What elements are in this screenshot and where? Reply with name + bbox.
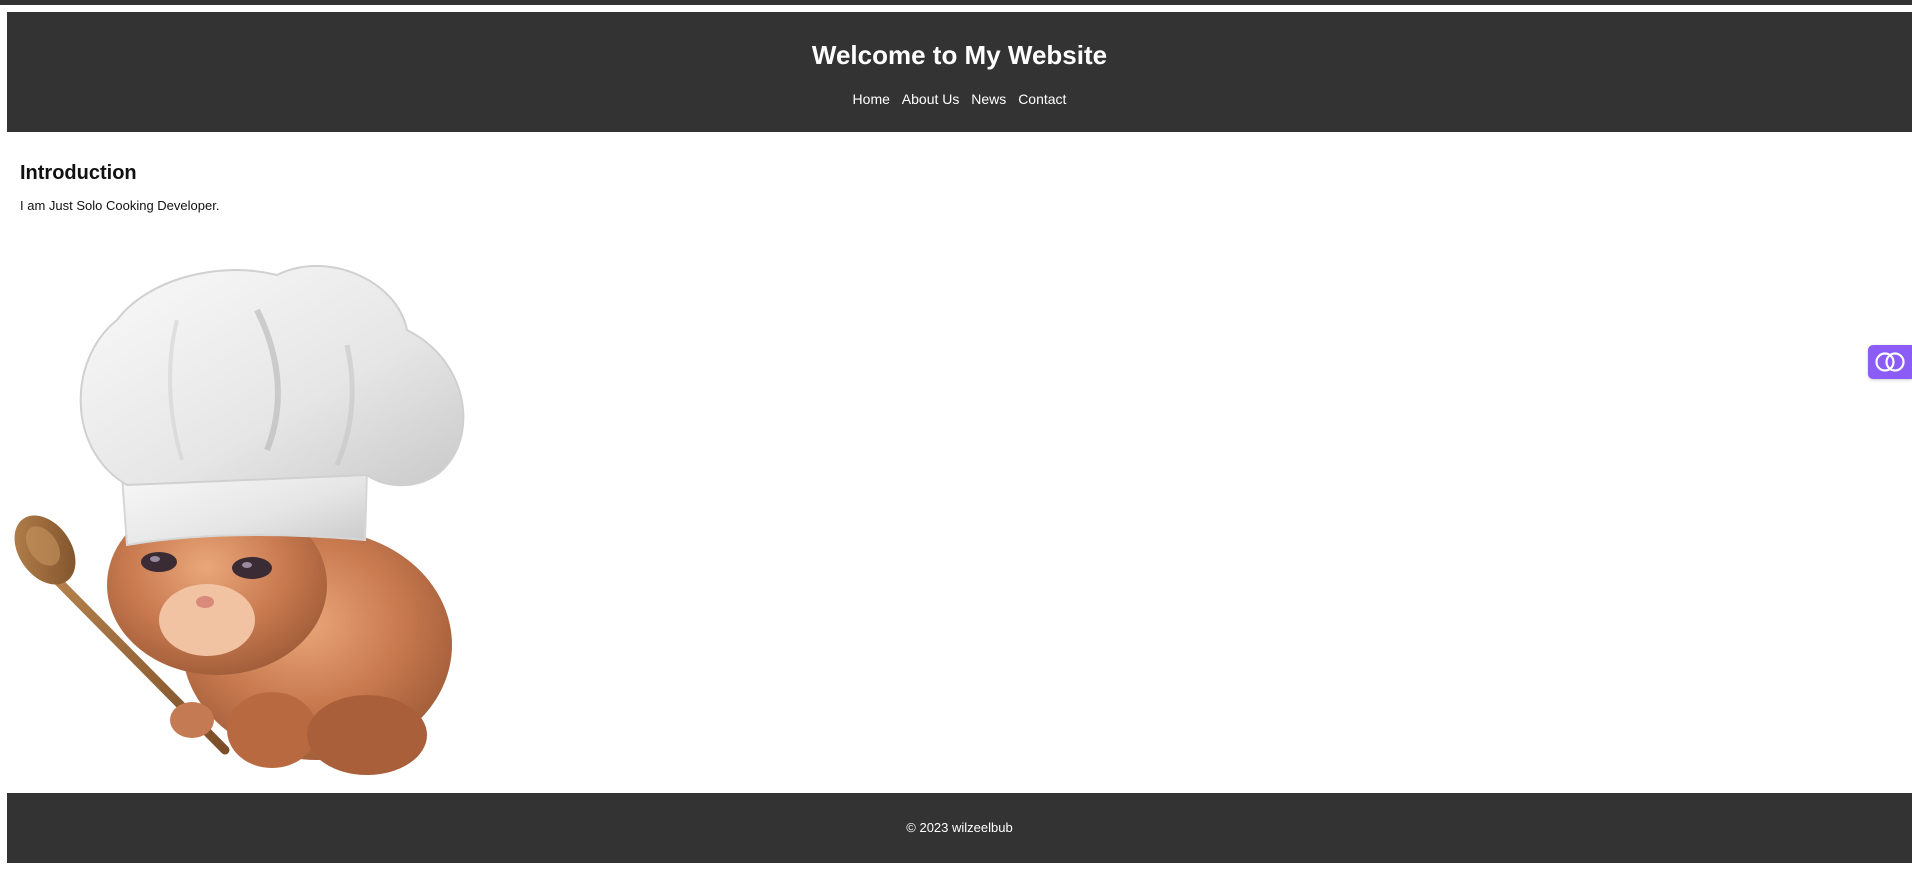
section-title: Introduction	[20, 162, 137, 184]
top-border	[0, 0, 1912, 5]
side-widget-button[interactable]	[1868, 345, 1912, 379]
main-nav: Home About Us News Contact	[7, 90, 1912, 108]
site-footer: © 2023 wilzeelbub	[7, 793, 1912, 863]
nav-link-contact[interactable]: Contact	[1018, 91, 1066, 107]
site-header: Welcome to My Website Home About Us News…	[7, 12, 1912, 132]
main-content: Introduction I am Just Solo Cooking Deve…	[20, 160, 1120, 214]
nav-link-news[interactable]: News	[971, 91, 1006, 107]
site-title: Welcome to My Website	[811, 40, 1108, 70]
copyright-text: © 2023 wilzeelbub	[906, 820, 1013, 835]
chef-kitten-illustration	[7, 250, 542, 785]
overlapping-circles-icon	[1875, 352, 1905, 372]
nav-link-about-us[interactable]: About Us	[902, 91, 960, 107]
nav-link-home[interactable]: Home	[853, 91, 890, 107]
intro-text: I am Just Solo Cooking Developer.	[20, 198, 220, 213]
